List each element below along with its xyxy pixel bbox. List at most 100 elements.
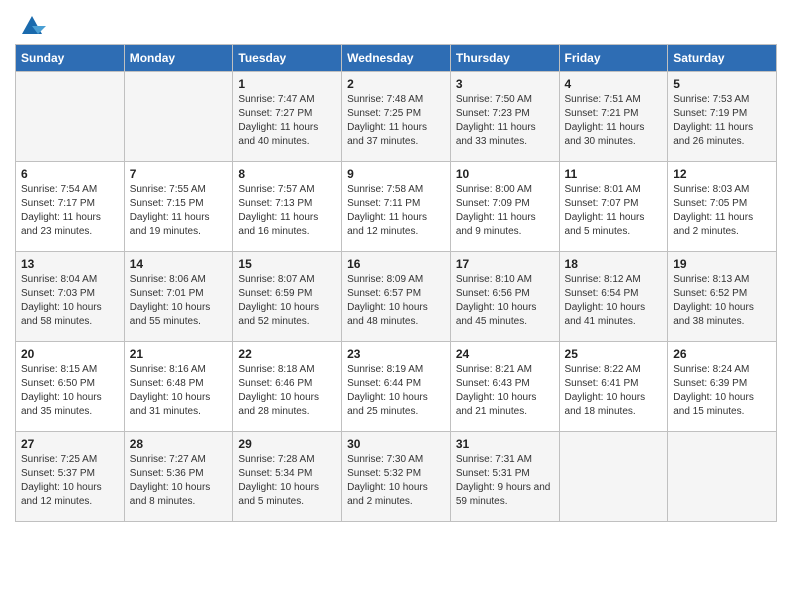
day-info: Sunrise: 8:13 AM Sunset: 6:52 PM Dayligh… xyxy=(673,273,771,329)
day-number: 8 xyxy=(238,167,336,181)
day-number: 13 xyxy=(21,257,119,271)
day-info: Sunrise: 8:19 AM Sunset: 6:44 PM Dayligh… xyxy=(347,363,445,419)
day-info: Sunrise: 8:16 AM Sunset: 6:48 PM Dayligh… xyxy=(130,363,228,419)
day-info: Sunrise: 7:30 AM Sunset: 5:32 PM Dayligh… xyxy=(347,453,445,509)
day-number: 22 xyxy=(238,347,336,361)
day-number: 7 xyxy=(130,167,228,181)
day-number: 28 xyxy=(130,437,228,451)
header-friday: Friday xyxy=(559,45,668,72)
calendar-cell: 9 Sunrise: 7:58 AM Sunset: 7:11 PM Daylig… xyxy=(342,162,451,252)
calendar-cell: 14Sunrise: 8:06 AM Sunset: 7:01 PM Dayli… xyxy=(124,252,233,342)
day-info: Sunrise: 7:57 AM Sunset: 7:13 PM Dayligh… xyxy=(238,183,336,239)
calendar-cell: 13Sunrise: 8:04 AM Sunset: 7:03 PM Dayli… xyxy=(16,252,125,342)
calendar-cell: 1 Sunrise: 7:47 AM Sunset: 7:27 PM Daylig… xyxy=(233,72,342,162)
calendar-cell: 11 Sunrise: 8:01 AM Sunset: 7:07 PM Dayli… xyxy=(559,162,668,252)
day-number: 3 xyxy=(456,77,554,91)
day-number: 6 xyxy=(21,167,119,181)
day-number: 29 xyxy=(238,437,336,451)
calendar-cell: 25 Sunrise: 8:22 AM Sunset: 6:41 PM Dayli… xyxy=(559,342,668,432)
day-number: 26 xyxy=(673,347,771,361)
day-info: Sunrise: 8:22 AM Sunset: 6:41 PM Dayligh… xyxy=(565,363,663,419)
day-info: Sunrise: 8:01 AM Sunset: 7:07 PM Dayligh… xyxy=(565,183,663,239)
calendar-cell: 4 Sunrise: 7:51 AM Sunset: 7:21 PM Daylig… xyxy=(559,72,668,162)
day-info: Sunrise: 8:09 AM Sunset: 6:57 PM Dayligh… xyxy=(347,273,445,329)
calendar-week-row: 27Sunrise: 7:25 AM Sunset: 5:37 PM Dayli… xyxy=(16,432,777,522)
header-tuesday: Tuesday xyxy=(233,45,342,72)
calendar-cell: 7 Sunrise: 7:55 AM Sunset: 7:15 PM Daylig… xyxy=(124,162,233,252)
day-number: 12 xyxy=(673,167,771,181)
calendar-cell: 5 Sunrise: 7:53 AM Sunset: 7:19 PM Daylig… xyxy=(668,72,777,162)
day-number: 21 xyxy=(130,347,228,361)
calendar-cell: 22 Sunrise: 8:18 AM Sunset: 6:46 PM Dayli… xyxy=(233,342,342,432)
calendar-week-row: 20Sunrise: 8:15 AM Sunset: 6:50 PM Dayli… xyxy=(16,342,777,432)
calendar-cell: 15Sunrise: 8:07 AM Sunset: 6:59 PM Dayli… xyxy=(233,252,342,342)
header-saturday: Saturday xyxy=(668,45,777,72)
day-info: Sunrise: 7:58 AM Sunset: 7:11 PM Dayligh… xyxy=(347,183,445,239)
calendar-cell: 21 Sunrise: 8:16 AM Sunset: 6:48 PM Dayli… xyxy=(124,342,233,432)
header-thursday: Thursday xyxy=(450,45,559,72)
day-info: Sunrise: 7:51 AM Sunset: 7:21 PM Dayligh… xyxy=(565,93,663,149)
header-wednesday: Wednesday xyxy=(342,45,451,72)
day-info: Sunrise: 7:27 AM Sunset: 5:36 PM Dayligh… xyxy=(130,453,228,509)
calendar-cell xyxy=(668,432,777,522)
logo-icon xyxy=(18,10,46,38)
header-sunday: Sunday xyxy=(16,45,125,72)
calendar-cell: 17Sunrise: 8:10 AM Sunset: 6:56 PM Dayli… xyxy=(450,252,559,342)
calendar-cell: 24 Sunrise: 8:21 AM Sunset: 6:43 PM Dayli… xyxy=(450,342,559,432)
day-number: 11 xyxy=(565,167,663,181)
day-number: 24 xyxy=(456,347,554,361)
day-info: Sunrise: 8:00 AM Sunset: 7:09 PM Dayligh… xyxy=(456,183,554,239)
weekday-header-row: Sunday Monday Tuesday Wednesday Thursday… xyxy=(16,45,777,72)
day-number: 4 xyxy=(565,77,663,91)
calendar-cell: 29 Sunrise: 7:28 AM Sunset: 5:34 PM Dayli… xyxy=(233,432,342,522)
calendar-week-row: 6 Sunrise: 7:54 AM Sunset: 7:17 PM Daylig… xyxy=(16,162,777,252)
calendar-cell: 20Sunrise: 8:15 AM Sunset: 6:50 PM Dayli… xyxy=(16,342,125,432)
day-number: 2 xyxy=(347,77,445,91)
calendar-cell: 10 Sunrise: 8:00 AM Sunset: 7:09 PM Dayli… xyxy=(450,162,559,252)
day-number: 18 xyxy=(565,257,663,271)
calendar-cell: 30 Sunrise: 7:30 AM Sunset: 5:32 PM Dayli… xyxy=(342,432,451,522)
page-header xyxy=(15,10,777,38)
day-info: Sunrise: 8:24 AM Sunset: 6:39 PM Dayligh… xyxy=(673,363,771,419)
day-number: 16 xyxy=(347,257,445,271)
day-info: Sunrise: 7:54 AM Sunset: 7:17 PM Dayligh… xyxy=(21,183,119,239)
day-info: Sunrise: 8:21 AM Sunset: 6:43 PM Dayligh… xyxy=(456,363,554,419)
day-info: Sunrise: 7:31 AM Sunset: 5:31 PM Dayligh… xyxy=(456,453,554,509)
day-number: 5 xyxy=(673,77,771,91)
day-info: Sunrise: 8:07 AM Sunset: 6:59 PM Dayligh… xyxy=(238,273,336,329)
day-number: 19 xyxy=(673,257,771,271)
calendar-cell: 12 Sunrise: 8:03 AM Sunset: 7:05 PM Dayli… xyxy=(668,162,777,252)
calendar-cell: 6 Sunrise: 7:54 AM Sunset: 7:17 PM Daylig… xyxy=(16,162,125,252)
calendar-week-row: 13Sunrise: 8:04 AM Sunset: 7:03 PM Dayli… xyxy=(16,252,777,342)
day-number: 31 xyxy=(456,437,554,451)
calendar-cell: 16 Sunrise: 8:09 AM Sunset: 6:57 PM Dayli… xyxy=(342,252,451,342)
day-info: Sunrise: 8:18 AM Sunset: 6:46 PM Dayligh… xyxy=(238,363,336,419)
header-monday: Monday xyxy=(124,45,233,72)
day-number: 17 xyxy=(456,257,554,271)
day-info: Sunrise: 7:55 AM Sunset: 7:15 PM Dayligh… xyxy=(130,183,228,239)
day-number: 14 xyxy=(130,257,228,271)
day-number: 30 xyxy=(347,437,445,451)
day-number: 25 xyxy=(565,347,663,361)
calendar-table: Sunday Monday Tuesday Wednesday Thursday… xyxy=(15,44,777,522)
day-number: 1 xyxy=(238,77,336,91)
calendar-cell: 2 Sunrise: 7:48 AM Sunset: 7:25 PM Daylig… xyxy=(342,72,451,162)
calendar-cell: 18 Sunrise: 8:12 AM Sunset: 6:54 PM Dayli… xyxy=(559,252,668,342)
calendar-cell: 3 Sunrise: 7:50 AM Sunset: 7:23 PM Daylig… xyxy=(450,72,559,162)
day-info: Sunrise: 8:12 AM Sunset: 6:54 PM Dayligh… xyxy=(565,273,663,329)
day-info: Sunrise: 8:03 AM Sunset: 7:05 PM Dayligh… xyxy=(673,183,771,239)
calendar-cell: 8 Sunrise: 7:57 AM Sunset: 7:13 PM Daylig… xyxy=(233,162,342,252)
day-number: 10 xyxy=(456,167,554,181)
logo xyxy=(15,10,46,38)
day-info: Sunrise: 7:50 AM Sunset: 7:23 PM Dayligh… xyxy=(456,93,554,149)
day-info: Sunrise: 7:48 AM Sunset: 7:25 PM Dayligh… xyxy=(347,93,445,149)
calendar-week-row: 1 Sunrise: 7:47 AM Sunset: 7:27 PM Daylig… xyxy=(16,72,777,162)
day-info: Sunrise: 7:47 AM Sunset: 7:27 PM Dayligh… xyxy=(238,93,336,149)
day-info: Sunrise: 8:15 AM Sunset: 6:50 PM Dayligh… xyxy=(21,363,119,419)
day-info: Sunrise: 7:28 AM Sunset: 5:34 PM Dayligh… xyxy=(238,453,336,509)
day-number: 23 xyxy=(347,347,445,361)
calendar-cell: 26 Sunrise: 8:24 AM Sunset: 6:39 PM Dayli… xyxy=(668,342,777,432)
day-number: 9 xyxy=(347,167,445,181)
day-info: Sunrise: 7:53 AM Sunset: 7:19 PM Dayligh… xyxy=(673,93,771,149)
calendar-cell: 23 Sunrise: 8:19 AM Sunset: 6:44 PM Dayli… xyxy=(342,342,451,432)
